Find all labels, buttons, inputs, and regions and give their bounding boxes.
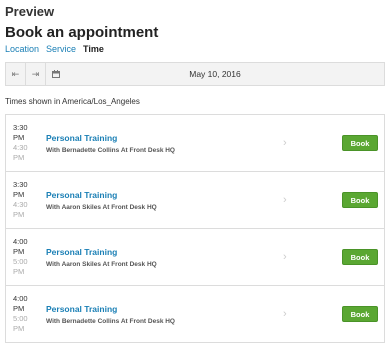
slot-start-time: 4:00 <box>13 294 28 303</box>
slot-start-time: 3:30 <box>13 123 28 132</box>
appointment-slot[interactable]: 4:00 PM 5:00 PM Personal Training With A… <box>6 229 384 286</box>
slot-time: 3:30 PM 4:30 PM <box>13 123 35 163</box>
slot-start-ampm: PM <box>13 133 25 142</box>
breadcrumb: Location Service Time <box>5 44 104 54</box>
date-navigation-bar: ⇤ ⇥ May 10, 2016 <box>5 62 385 86</box>
slot-end-ampm: PM <box>13 324 25 333</box>
appointment-slot[interactable]: 3:30 PM 4:30 PM Personal Training With B… <box>6 115 384 172</box>
slot-start-ampm: PM <box>13 247 25 256</box>
slot-time: 3:30 PM 4:30 PM <box>13 180 35 220</box>
chevron-right-icon: › <box>283 308 287 320</box>
slot-start-ampm: PM <box>13 304 25 313</box>
book-button[interactable]: Book <box>342 306 378 322</box>
timezone-note: Times shown in America/Los_Angeles <box>5 97 140 106</box>
slot-staff-location: With Bernadette Collins At Front Desk HQ <box>46 147 175 154</box>
slot-time: 4:00 PM 5:00 PM <box>13 237 35 277</box>
slot-end-ampm: PM <box>13 153 25 162</box>
book-button[interactable]: Book <box>342 249 378 265</box>
slot-start-ampm: PM <box>13 190 25 199</box>
breadcrumb-service-link[interactable]: Service <box>46 44 76 54</box>
slot-end-ampm: PM <box>13 267 25 276</box>
appointment-slot-list: 3:30 PM 4:30 PM Personal Training With B… <box>5 114 385 343</box>
current-date-label: May 10, 2016 <box>189 69 241 79</box>
slot-start-time: 3:30 <box>13 180 28 189</box>
preview-heading: Preview <box>5 4 55 19</box>
slot-staff-location: With Aaron Skiles At Front Desk HQ <box>46 204 157 211</box>
slot-staff-location: With Bernadette Collins At Front Desk HQ <box>46 318 175 325</box>
slot-service-link[interactable]: Personal Training <box>46 304 117 314</box>
book-button[interactable]: Book <box>342 135 378 151</box>
slot-time: 4:00 PM 5:00 PM <box>13 294 35 334</box>
chevron-right-icon: › <box>283 251 287 263</box>
chevron-right-icon: › <box>283 194 287 206</box>
breadcrumb-location-link[interactable]: Location <box>5 44 39 54</box>
slot-end-time: 4:30 <box>13 143 28 152</box>
slot-start-time: 4:00 <box>13 237 28 246</box>
slot-end-time: 5:00 <box>13 257 28 266</box>
breadcrumb-time-current: Time <box>83 44 104 54</box>
chevron-right-icon: › <box>283 137 287 149</box>
slot-service-link[interactable]: Personal Training <box>46 190 117 200</box>
slot-end-time: 4:30 <box>13 200 28 209</box>
slot-end-ampm: PM <box>13 210 25 219</box>
slot-end-time: 5:00 <box>13 314 28 323</box>
page-title: Book an appointment <box>5 24 159 41</box>
appointment-slot[interactable]: 3:30 PM 4:30 PM Personal Training With A… <box>6 172 384 229</box>
slot-staff-location: With Aaron Skiles At Front Desk HQ <box>46 261 157 268</box>
appointment-slot[interactable]: 4:00 PM 5:00 PM Personal Training With B… <box>6 286 384 342</box>
slot-service-link[interactable]: Personal Training <box>46 247 117 257</box>
book-button[interactable]: Book <box>342 192 378 208</box>
slot-service-link[interactable]: Personal Training <box>46 133 117 143</box>
